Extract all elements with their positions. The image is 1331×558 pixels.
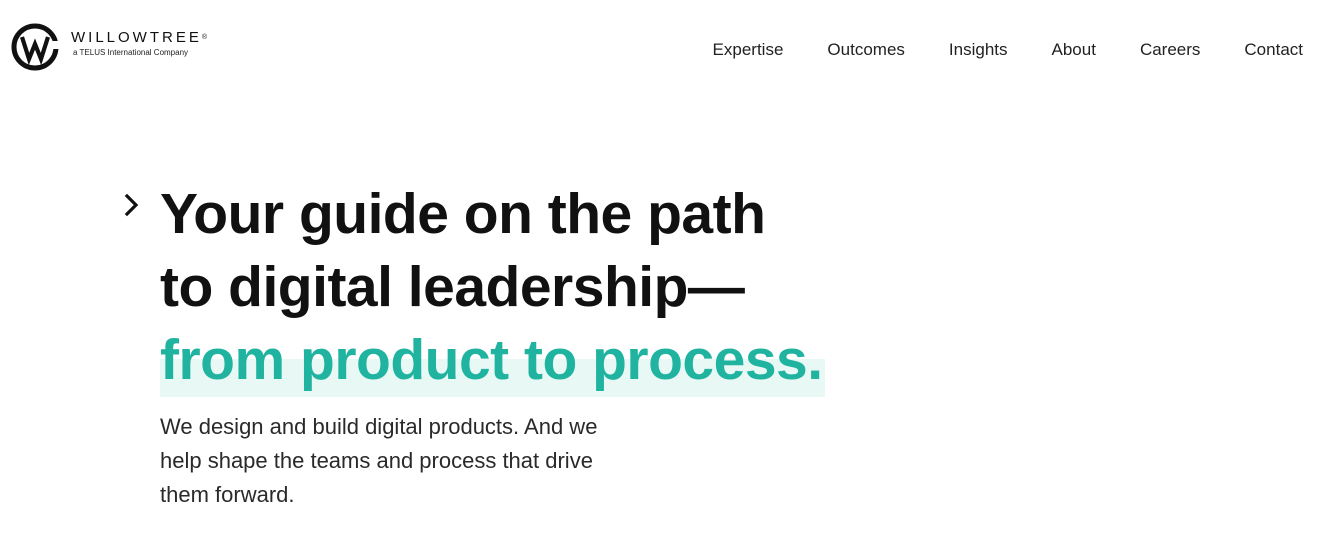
brand-name: WILLOWTREE® [71, 28, 208, 46]
logo-link[interactable]: WILLOWTREE® a TELUS International Compan… [10, 22, 207, 72]
hero-title-line-1: Your guide on the path [160, 182, 766, 246]
hero-description: We design and build digital products. An… [160, 414, 598, 507]
main-nav: Expertise Outcomes Insights About Career… [669, 40, 1303, 60]
willowtree-w-logo-icon [11, 23, 59, 71]
registered-mark: ® [201, 33, 208, 41]
nav-item-outcomes[interactable]: Outcomes [827, 40, 904, 60]
site-header: WILLOWTREE® a TELUS International Compan… [0, 0, 1331, 100]
logo-text: WILLOWTREE® a TELUS International Compan… [71, 28, 208, 57]
brand-name-text: WILLOWTREE [71, 28, 202, 46]
brand-tagline: a TELUS International Company [73, 47, 189, 57]
hero-title-line-2: to digital leadership— [160, 255, 745, 319]
chevron-right-icon [124, 193, 139, 217]
nav-item-about[interactable]: About [1052, 40, 1096, 60]
nav-item-careers[interactable]: Careers [1140, 40, 1200, 60]
nav-item-insights[interactable]: Insights [949, 40, 1008, 60]
hero-title-line-3: from product to process. [160, 324, 825, 397]
nav-item-contact[interactable]: Contact [1244, 40, 1303, 60]
nav-item-expertise[interactable]: Expertise [713, 40, 784, 60]
hero-title: Your guide on the path to digital leader… [160, 178, 825, 397]
hero-title-accent: from product to process. [160, 324, 825, 397]
page: WILLOWTREE® a TELUS International Compan… [0, 0, 1331, 558]
